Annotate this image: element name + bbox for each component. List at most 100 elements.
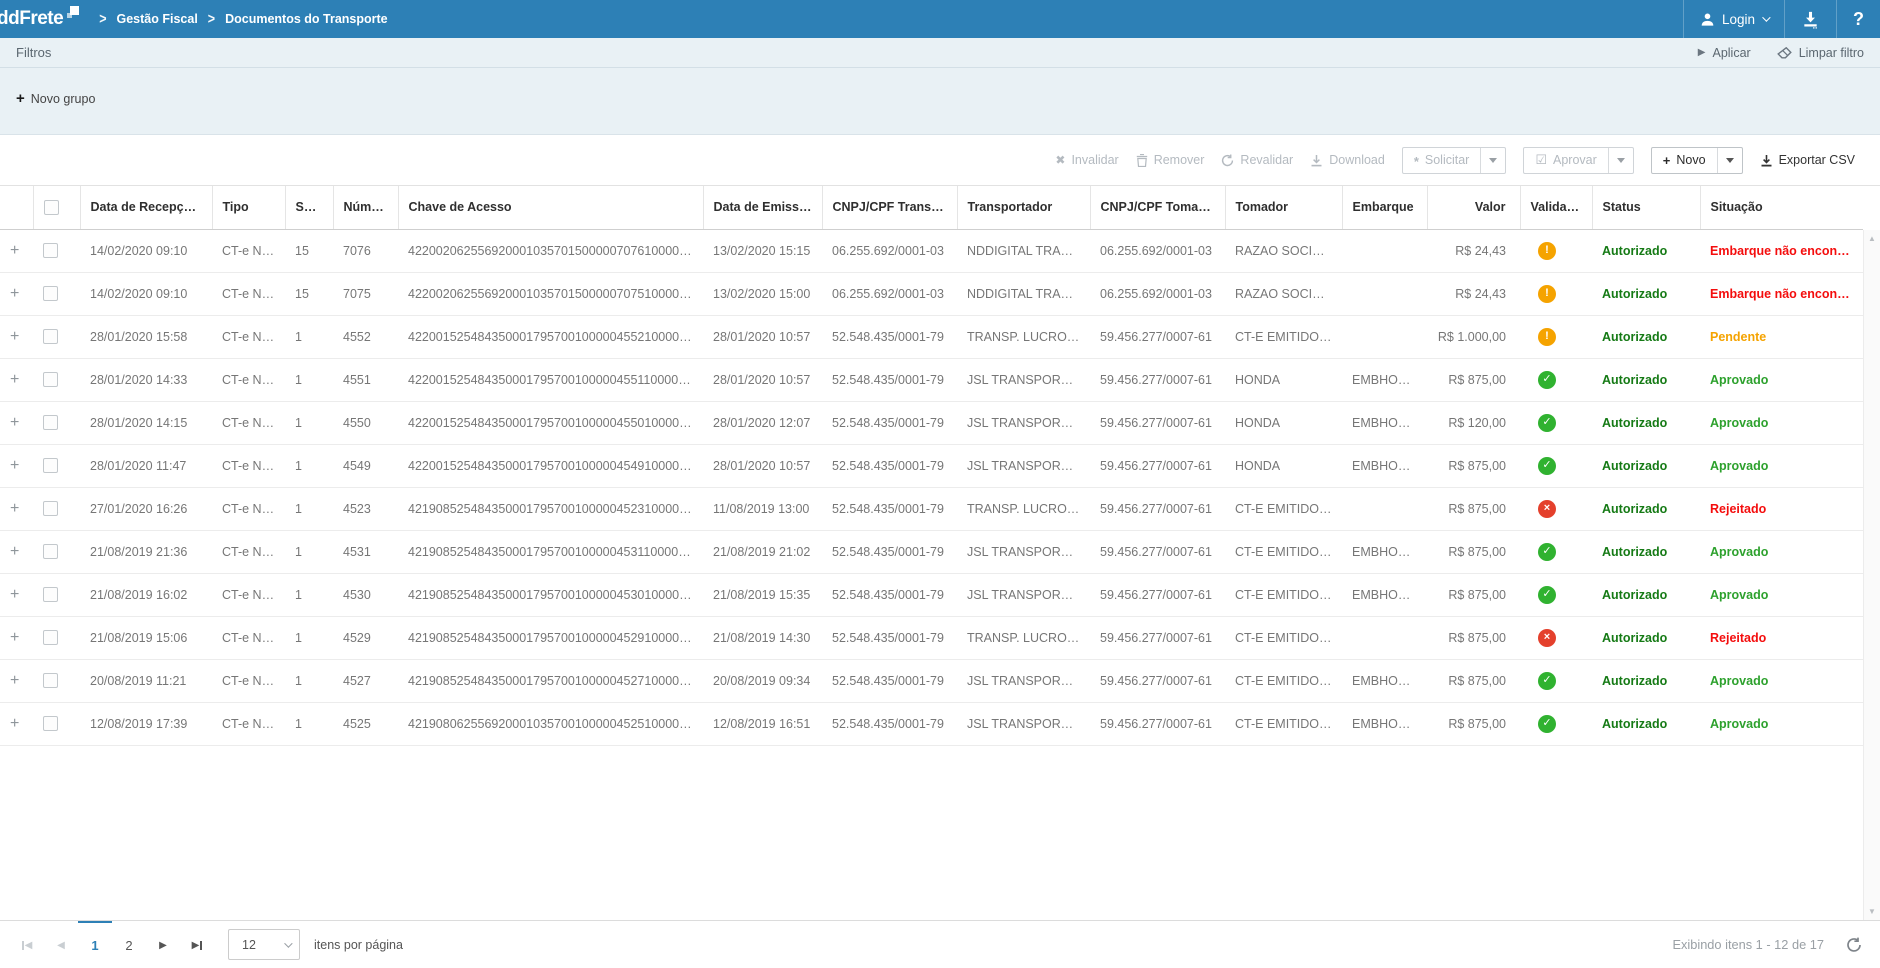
column-header[interactable]: Tipo — [212, 186, 285, 229]
aprovar-dropdown-arrow[interactable] — [1608, 148, 1633, 173]
solicitar-dropdown-arrow[interactable] — [1480, 148, 1505, 173]
refresh-icon[interactable] — [1846, 937, 1862, 953]
user-icon — [1700, 12, 1715, 27]
table-row[interactable]: +14/02/2020 09:10CT-e Nor...157076422002… — [0, 229, 1863, 272]
column-header[interactable]: Tomador — [1225, 186, 1342, 229]
table-row[interactable]: +21/08/2019 21:36CT-e Nor...145314219085… — [0, 530, 1863, 573]
cell-recepcao: 20/08/2019 11:21 — [80, 659, 212, 702]
column-header[interactable]: Embarque — [1342, 186, 1427, 229]
row-checkbox[interactable] — [43, 458, 58, 473]
row-checkbox[interactable] — [43, 587, 58, 602]
expand-row-icon[interactable]: + — [10, 715, 19, 732]
expand-row-icon[interactable]: + — [10, 285, 19, 302]
row-checkbox[interactable] — [43, 243, 58, 258]
cell-cnpj_transportador: 06.255.692/0001-03 — [822, 229, 957, 272]
column-header[interactable]: Chave de Acesso — [398, 186, 703, 229]
table-row[interactable]: +27/01/2020 16:26CT-e Nor...145234219085… — [0, 487, 1863, 530]
column-header[interactable]: Número — [333, 186, 398, 229]
column-header[interactable]: Situação — [1700, 186, 1863, 229]
cell-status: Autorizado — [1592, 702, 1700, 745]
cell-valor: R$ 24,43 — [1427, 272, 1520, 315]
row-checkbox[interactable] — [43, 286, 58, 301]
row-checkbox[interactable] — [43, 544, 58, 559]
expand-row-icon[interactable]: + — [10, 500, 19, 517]
first-page-button[interactable]: ◀ — [10, 921, 44, 968]
cell-chave: 4219085254843500017957001000004531100004… — [398, 530, 703, 573]
table-row[interactable]: +20/08/2019 11:21CT-e Nor...145274219085… — [0, 659, 1863, 702]
cell-status: Autorizado — [1592, 358, 1700, 401]
download-menu-button[interactable] — [1784, 0, 1836, 38]
chevron-right-icon: > — [208, 11, 215, 27]
table-row[interactable]: +21/08/2019 16:02CT-e Nor...145304219085… — [0, 573, 1863, 616]
column-header[interactable]: Data de Recepção↓ — [80, 186, 212, 229]
table-row[interactable]: +21/08/2019 15:06CT-e Nor...145294219085… — [0, 616, 1863, 659]
select-all-checkbox[interactable] — [44, 200, 59, 215]
column-header[interactable]: Série — [285, 186, 333, 229]
last-page-button[interactable]: ▶ — [180, 921, 214, 968]
table-row[interactable]: +14/02/2020 09:10CT-e Nor...157075422002… — [0, 272, 1863, 315]
cell-transportador: TRANSP. LUCRO PRE... — [957, 315, 1090, 358]
column-header[interactable]: CNPJ/CPF Transpo... — [822, 186, 957, 229]
exportar-csv-button[interactable]: Exportar CSV — [1760, 153, 1855, 167]
scroll-down-icon[interactable]: ▼ — [1868, 907, 1876, 916]
table-row[interactable]: +28/01/2020 11:47CT-e Nor...145494220015… — [0, 444, 1863, 487]
table-row[interactable]: +12/08/2019 17:39CT-e Nor...145254219080… — [0, 702, 1863, 745]
expand-row-icon[interactable]: + — [10, 457, 19, 474]
row-checkbox[interactable] — [43, 630, 58, 645]
previous-page-button[interactable]: ◀ — [44, 921, 78, 968]
expand-row-icon[interactable]: + — [10, 328, 19, 345]
column-header[interactable]: Transportador — [957, 186, 1090, 229]
page-size-select[interactable]: 12 — [228, 929, 300, 960]
expand-row-icon[interactable]: + — [10, 629, 19, 646]
expand-row-icon[interactable]: + — [10, 543, 19, 560]
clear-filter-button[interactable]: Limpar filtro — [1777, 46, 1864, 60]
remover-button[interactable]: Remover — [1136, 153, 1205, 167]
expand-row-icon[interactable]: + — [10, 371, 19, 388]
revalidar-button[interactable]: Revalidar — [1221, 153, 1293, 167]
invalidar-button[interactable]: ✖ Invalidar — [1055, 153, 1118, 167]
row-checkbox[interactable] — [43, 673, 58, 688]
column-header[interactable]: Data de Emissão — [703, 186, 822, 229]
expand-row-icon[interactable]: + — [10, 242, 19, 259]
page-button-2[interactable]: 2 — [112, 921, 146, 968]
row-checkbox[interactable] — [43, 501, 58, 516]
download-button[interactable]: Download — [1310, 153, 1385, 167]
solicitar-button[interactable]: * Solicitar — [1403, 148, 1481, 173]
help-button[interactable]: ? — [1836, 0, 1880, 38]
row-checkbox[interactable] — [43, 329, 58, 344]
table-row[interactable]: +28/01/2020 15:58CT-e Nor...145524220015… — [0, 315, 1863, 358]
row-checkbox[interactable] — [43, 716, 58, 731]
expand-row-icon[interactable]: + — [10, 586, 19, 603]
aprovar-button[interactable]: ☑ Aprovar — [1524, 148, 1607, 173]
cell-embarque: EMBHOM.9... — [1342, 358, 1427, 401]
next-page-button[interactable]: ▶ — [146, 921, 180, 968]
validation-success-icon: ✓ — [1538, 371, 1556, 389]
page-button-1[interactable]: 1 — [78, 921, 112, 968]
breadcrumb-documentos-transporte[interactable]: Documentos do Transporte — [225, 12, 388, 26]
column-header[interactable]: CNPJ/CPF Tomador — [1090, 186, 1225, 229]
table-row[interactable]: +28/01/2020 14:15CT-e Nor...145504220015… — [0, 401, 1863, 444]
vertical-scrollbar[interactable]: ▲ ▼ — [1863, 230, 1880, 920]
column-header[interactable]: Validação — [1520, 186, 1592, 229]
row-checkbox[interactable] — [43, 372, 58, 387]
apply-filter-button[interactable]: ▶ Aplicar — [1698, 46, 1751, 60]
column-header[interactable]: Status — [1592, 186, 1700, 229]
cell-tipo: CT-e Nor... — [212, 616, 285, 659]
table-row[interactable]: +28/01/2020 14:33CT-e Nor...145514220015… — [0, 358, 1863, 401]
new-group-button[interactable]: + Novo grupo — [16, 92, 95, 106]
column-header[interactable]: Valor — [1427, 186, 1520, 229]
novo-dropdown-arrow[interactable] — [1717, 148, 1742, 173]
cell-cnpj_tomador: 59.456.277/0007-61 — [1090, 573, 1225, 616]
cell-chave: 4220015254843500017957001000004550100004… — [398, 401, 703, 444]
breadcrumb-gestao-fiscal[interactable]: Gestão Fiscal — [117, 12, 198, 26]
expand-row-icon[interactable]: + — [10, 414, 19, 431]
row-checkbox[interactable] — [43, 415, 58, 430]
scroll-up-icon[interactable]: ▲ — [1868, 234, 1876, 243]
cell-tipo: CT-e Nor... — [212, 659, 285, 702]
expand-row-icon[interactable]: + — [10, 672, 19, 689]
cell-situacao: Aprovado — [1700, 401, 1863, 444]
cell-recepcao: 28/01/2020 14:15 — [80, 401, 212, 444]
login-menu[interactable]: Login — [1683, 0, 1784, 38]
novo-button[interactable]: + Novo — [1652, 148, 1717, 173]
cell-recepcao: 27/01/2020 16:26 — [80, 487, 212, 530]
